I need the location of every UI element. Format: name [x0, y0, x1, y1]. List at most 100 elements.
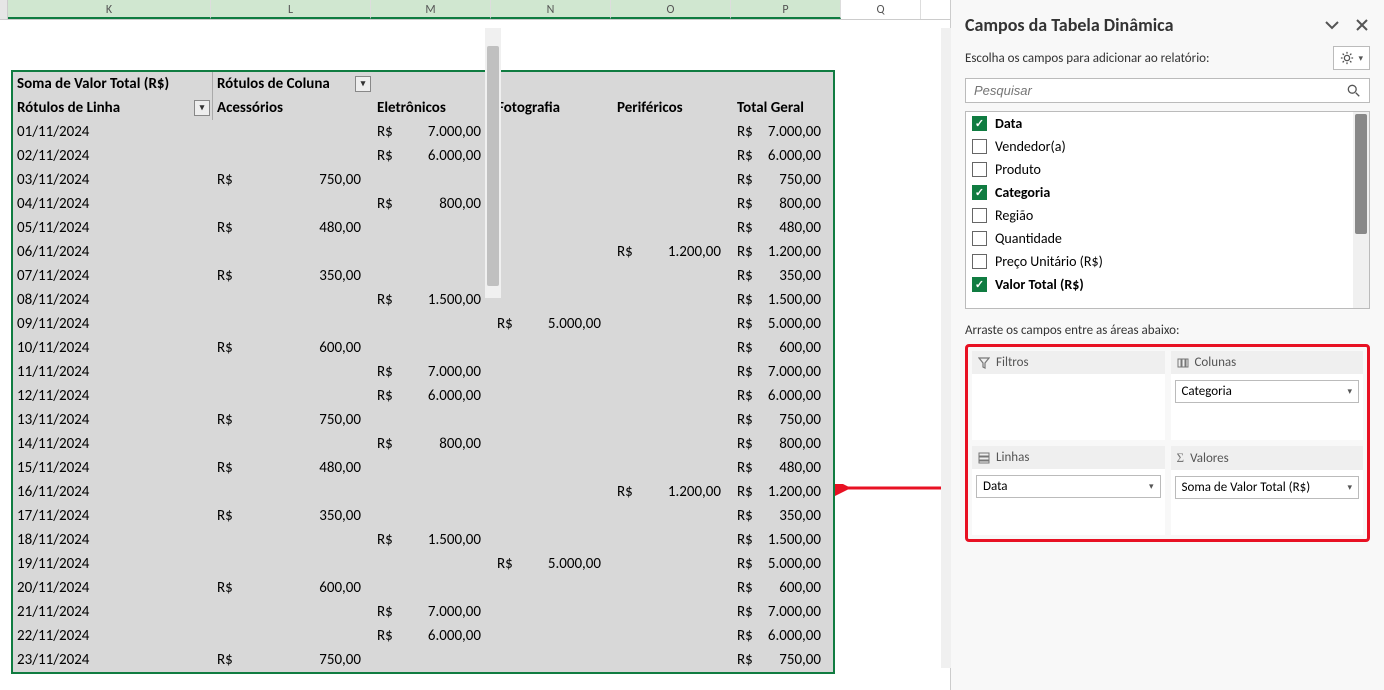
fields-list[interactable]: ✓Data Vendedor(a) Produto ✓ Categoria Região Q…	[965, 111, 1370, 309]
values-tag-soma[interactable]: Soma de Valor Total (R$)▾	[1175, 476, 1360, 499]
columns-area[interactable]: Colunas Categoria▾	[1171, 351, 1364, 440]
col-header-O[interactable]: O	[611, 0, 731, 19]
field-item[interactable]: ✓Valor Total (R$)	[966, 273, 1369, 296]
chevron-down-icon[interactable]	[1324, 17, 1340, 33]
col-hdr-fotografia: Fotografia	[493, 96, 613, 120]
row-date: 01/11/2024	[13, 120, 213, 144]
col-header-M[interactable]: M	[371, 0, 491, 19]
pivot-data-row[interactable]: 09/11/2024R$5.000,00R$5.000,00	[13, 312, 833, 336]
field-settings-button[interactable]: ▾	[1333, 46, 1370, 70]
pivot-data-row[interactable]: 11/11/2024R$7.000,00R$7.000,00	[13, 360, 833, 384]
corner-cell[interactable]	[0, 0, 8, 19]
pivot-data-row[interactable]: 20/11/2024R$600,00R$600,00	[13, 576, 833, 600]
pivot-data-row[interactable]: 14/11/2024R$800,00R$800,00	[13, 432, 833, 456]
row-date: 20/11/2024	[13, 576, 213, 600]
col-header-Q[interactable]: Q	[841, 0, 921, 19]
filters-area[interactable]: Filtros	[972, 351, 1165, 440]
pivot-data-row[interactable]: 15/11/2024R$480,00R$480,00	[13, 456, 833, 480]
fields-scrollbar-thumb[interactable]	[1355, 114, 1367, 234]
checkbox[interactable]	[972, 254, 987, 269]
col-hdr-acessorios: Acessórios	[213, 96, 373, 120]
field-label: Produto	[995, 161, 1041, 178]
pivot-data-row[interactable]: 23/11/2024R$750,00R$750,00	[13, 648, 833, 672]
pivot-data-row[interactable]: 19/11/2024R$5.000,00R$5.000,00	[13, 552, 833, 576]
row-date: 12/11/2024	[13, 384, 213, 408]
pivot-table[interactable]: Soma de Valor Total (R$) Rótulos de Colu…	[11, 70, 835, 674]
row-date: 17/11/2024	[13, 504, 213, 528]
search-input[interactable]	[974, 83, 1347, 98]
field-label: Vendedor(a)	[995, 138, 1066, 155]
checkbox[interactable]: ✓	[972, 116, 987, 131]
pane-title: Campos da Tabela Dinâmica	[965, 14, 1173, 36]
scrollbar-thumb[interactable]	[487, 46, 499, 286]
pivot-data-row[interactable]: 01/11/2024R$7.000,00R$7.000,00	[13, 120, 833, 144]
annotation-arrow	[835, 484, 950, 528]
pivot-data-row[interactable]: 12/11/2024R$6.000,00R$6.000,00	[13, 384, 833, 408]
pivot-data-row[interactable]: 06/11/2024R$1.200,00R$1.200,00	[13, 240, 833, 264]
chevron-down-icon: ▾	[1149, 481, 1154, 492]
chevron-down-icon: ▾	[1347, 386, 1352, 397]
close-icon[interactable]	[1354, 17, 1370, 33]
field-item[interactable]: Região	[966, 204, 1369, 227]
pivot-data-row[interactable]: 03/11/2024R$750,00R$750,00	[13, 168, 833, 192]
field-label: Categoria	[995, 184, 1050, 201]
col-header-P[interactable]: P	[731, 0, 841, 19]
row-date: 11/11/2024	[13, 360, 213, 384]
drag-instruction: Arraste os campos entre as áreas abaixo:	[965, 309, 1370, 344]
pivot-sum-label: Soma de Valor Total (R$)	[13, 72, 213, 96]
field-item[interactable]: ✓ Categoria	[966, 181, 1369, 204]
checkbox[interactable]	[972, 231, 987, 246]
checkbox[interactable]: ✓	[972, 185, 987, 200]
column-labels-dropdown[interactable]: ▾	[355, 76, 371, 92]
col-header-L[interactable]: L	[211, 0, 371, 19]
field-item[interactable]: Preço Unitário (R$)	[966, 250, 1369, 273]
rows-icon	[978, 452, 990, 464]
row-date: 05/11/2024	[13, 216, 213, 240]
checkbox[interactable]	[972, 162, 987, 177]
pivot-data-row[interactable]: 13/11/2024R$750,00R$750,00	[13, 408, 833, 432]
pivot-data-row[interactable]: 05/11/2024R$480,00R$480,00	[13, 216, 833, 240]
search-input-wrapper[interactable]	[965, 78, 1370, 103]
field-item[interactable]: Vendedor(a)	[966, 135, 1369, 158]
pane-outer-scrollbar[interactable]	[941, 28, 951, 668]
row-date: 16/11/2024	[13, 480, 213, 504]
pivot-data-row[interactable]: 07/11/2024R$350,00R$350,00	[13, 264, 833, 288]
col-hdr-total: Total Geral	[733, 96, 833, 120]
field-item[interactable]: Produto	[966, 158, 1369, 181]
checkbox[interactable]	[972, 208, 987, 223]
rows-tag-data[interactable]: Data▾	[976, 475, 1161, 498]
field-item[interactable]: Quantidade	[966, 227, 1369, 250]
row-date: 03/11/2024	[13, 168, 213, 192]
pivot-data-row[interactable]: 17/11/2024R$350,00R$350,00	[13, 504, 833, 528]
fields-scrollbar[interactable]	[1353, 112, 1369, 308]
sigma-icon: Σ	[1177, 450, 1185, 466]
col-header-N[interactable]: N	[491, 0, 611, 19]
pivot-data-row[interactable]: 16/11/2024R$1.200,00R$1.200,00	[13, 480, 833, 504]
pivot-data-row[interactable]: 08/11/2024R$1.500,00R$1.500,00	[13, 288, 833, 312]
checkbox[interactable]	[972, 139, 987, 154]
columns-tag-categoria[interactable]: Categoria▾	[1175, 380, 1360, 403]
values-area[interactable]: Σ Valores Soma de Valor Total (R$)▾	[1171, 446, 1364, 535]
checkbox[interactable]: ✓	[972, 277, 987, 292]
spreadsheet-area: K L M N O P Q Soma de Valor Total (R$) R…	[0, 0, 950, 690]
field-label: Região	[995, 207, 1033, 224]
row-date: 07/11/2024	[13, 264, 213, 288]
col-header-K[interactable]: K	[8, 0, 211, 19]
filter-icon	[978, 357, 990, 369]
search-icon	[1347, 84, 1361, 98]
row-date: 23/11/2024	[13, 648, 213, 672]
row-date: 02/11/2024	[13, 144, 213, 168]
row-date: 18/11/2024	[13, 528, 213, 552]
pivot-data-row[interactable]: 04/11/2024R$800,00R$800,00	[13, 192, 833, 216]
field-item[interactable]: ✓Data	[966, 112, 1369, 135]
row-date: 13/11/2024	[13, 408, 213, 432]
pivot-data-row[interactable]: 02/11/2024R$6.000,00R$6.000,00	[13, 144, 833, 168]
vertical-scrollbar[interactable]	[485, 28, 501, 298]
pivot-data-row[interactable]: 18/11/2024R$1.500,00R$1.500,00	[13, 528, 833, 552]
rows-area[interactable]: Linhas Data▾	[972, 446, 1165, 535]
pivot-data-row[interactable]: 21/11/2024R$7.000,00R$7.000,00	[13, 600, 833, 624]
pivot-data-row[interactable]: 10/11/2024R$600,00R$600,00	[13, 336, 833, 360]
pivot-data-row[interactable]: 22/11/2024R$6.000,00R$6.000,00	[13, 624, 833, 648]
row-labels-dropdown[interactable]: ▾	[194, 100, 210, 116]
column-headers: K L M N O P Q	[0, 0, 950, 20]
